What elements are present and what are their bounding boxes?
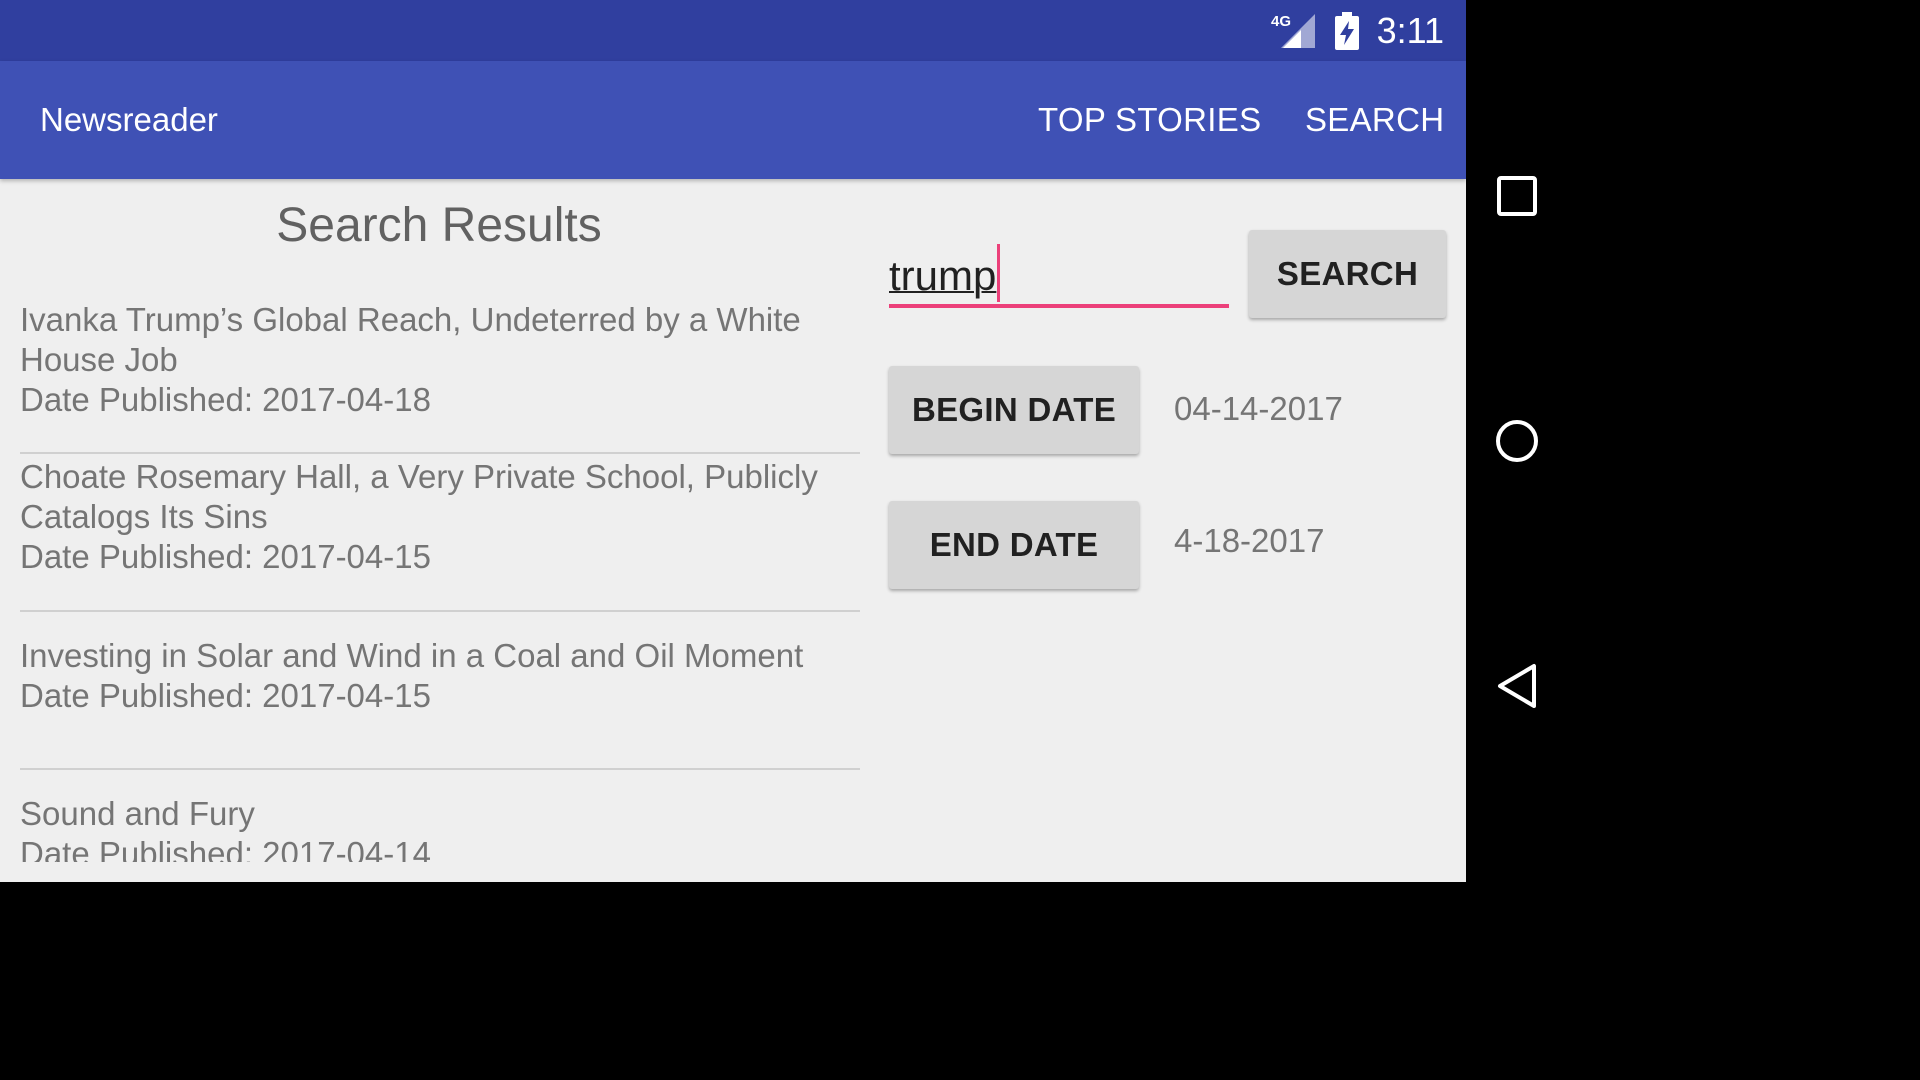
back-button[interactable]	[1466, 646, 1568, 726]
list-item[interactable]: Sound and Fury Date Published: 2017-04-1…	[20, 770, 860, 862]
clock: 3:11	[1376, 10, 1444, 51]
status-bar: 4G 3:11	[0, 0, 1466, 61]
item-headline: Sound and Fury	[20, 795, 255, 832]
item-date: Date Published: 2017-04-18	[20, 381, 431, 418]
navigation-bar	[1466, 0, 1568, 882]
item-headline: Choate Rosemary Hall, a Very Private Sch…	[20, 458, 818, 535]
search-button[interactable]: SEARCH	[1249, 230, 1446, 318]
battery-charging-icon	[1334, 12, 1359, 50]
recents-icon	[1497, 176, 1537, 216]
signal-4g-icon: 4G	[1271, 13, 1315, 48]
top-stories-action[interactable]: TOP STORIES	[1038, 61, 1261, 179]
results-list[interactable]: Ivanka Trump’s Global Reach, Undeterred …	[20, 296, 860, 862]
recents-button[interactable]	[1466, 156, 1568, 236]
begin-date-button[interactable]: BEGIN DATE	[889, 366, 1139, 454]
status-icons: 4G 3:11	[1271, 10, 1444, 52]
end-date-button[interactable]: END DATE	[889, 501, 1139, 589]
end-date-value: 4-18-2017	[1174, 522, 1325, 559]
search-input[interactable]: trump	[889, 244, 1229, 308]
app-screen: 4G 3:11 Newsreader TOP STORIES SEARCH Se…	[0, 0, 1466, 882]
list-item[interactable]: Ivanka Trump’s Global Reach, Undeterred …	[20, 296, 860, 454]
app-title: Newsreader	[40, 101, 218, 138]
item-date: Date Published: 2017-04-14	[20, 835, 431, 862]
text-cursor	[997, 244, 1001, 302]
item-date: Date Published: 2017-04-15	[20, 677, 431, 714]
svg-text:4G: 4G	[1271, 13, 1291, 30]
item-date: Date Published: 2017-04-15	[20, 538, 431, 575]
list-item[interactable]: Choate Rosemary Hall, a Very Private Sch…	[20, 454, 860, 612]
app-bar: Newsreader TOP STORIES SEARCH	[0, 61, 1466, 179]
results-title: Search Results	[276, 199, 602, 252]
list-item[interactable]: Investing in Solar and Wind in a Coal an…	[20, 612, 860, 770]
home-button[interactable]	[1466, 401, 1568, 481]
begin-date-value: 04-14-2017	[1174, 390, 1343, 427]
home-icon	[1496, 420, 1538, 462]
search-action[interactable]: SEARCH	[1305, 61, 1444, 179]
back-icon	[1498, 664, 1536, 708]
item-headline: Investing in Solar and Wind in a Coal an…	[20, 637, 804, 674]
item-headline: Ivanka Trump’s Global Reach, Undeterred …	[20, 301, 801, 378]
search-input-value: trump	[889, 252, 997, 299]
